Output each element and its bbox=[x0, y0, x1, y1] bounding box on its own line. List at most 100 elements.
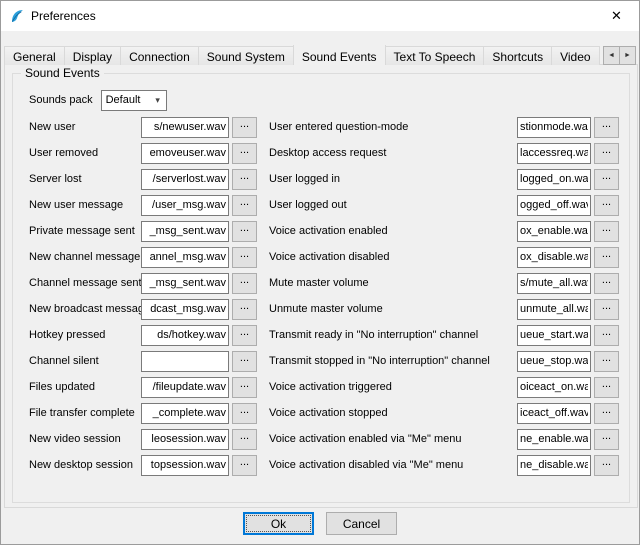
browse-button[interactable]: ... bbox=[594, 377, 619, 398]
sound-file-input[interactable] bbox=[517, 143, 591, 164]
tab-scroll-left-button[interactable]: ◄ bbox=[603, 46, 620, 65]
sound-event-row: Voice activation disabled... bbox=[269, 244, 619, 270]
sound-file-input[interactable] bbox=[517, 377, 591, 398]
tab-shortcuts[interactable]: Shortcuts bbox=[483, 46, 552, 65]
browse-button[interactable]: ... bbox=[594, 221, 619, 242]
sound-file-input[interactable] bbox=[517, 403, 591, 424]
sound-file-input[interactable] bbox=[517, 325, 591, 346]
sound-event-label: User entered question-mode bbox=[269, 121, 517, 133]
browse-button[interactable]: ... bbox=[232, 143, 257, 164]
sounds-pack-dropdown[interactable]: Default ▾ bbox=[101, 90, 167, 111]
browse-button[interactable]: ... bbox=[232, 377, 257, 398]
sound-event-row: Unmute master volume... bbox=[269, 296, 619, 322]
sound-event-label: Server lost bbox=[29, 173, 141, 185]
sound-file-input[interactable] bbox=[141, 325, 229, 346]
sound-file-input[interactable] bbox=[517, 221, 591, 242]
sound-event-label: User logged out bbox=[269, 199, 517, 211]
browse-button[interactable]: ... bbox=[232, 117, 257, 138]
sound-event-row: File transfer complete... bbox=[29, 400, 257, 426]
sound-file-input[interactable] bbox=[517, 195, 591, 216]
browse-button[interactable]: ... bbox=[232, 247, 257, 268]
sound-event-row: Files updated... bbox=[29, 374, 257, 400]
browse-button[interactable]: ... bbox=[594, 143, 619, 164]
browse-button[interactable]: ... bbox=[232, 455, 257, 476]
browse-button[interactable]: ... bbox=[594, 351, 619, 372]
tab-display[interactable]: Display bbox=[64, 46, 121, 65]
sound-event-row: New user message... bbox=[29, 192, 257, 218]
browse-button[interactable]: ... bbox=[594, 403, 619, 424]
sound-event-row: New user... bbox=[29, 114, 257, 140]
tab-text-to-speech[interactable]: Text To Speech bbox=[385, 46, 485, 65]
tab-sound-events[interactable]: Sound Events bbox=[293, 45, 386, 65]
sound-file-input[interactable] bbox=[141, 403, 229, 424]
browse-button[interactable]: ... bbox=[594, 455, 619, 476]
sound-file-input[interactable] bbox=[141, 169, 229, 190]
sound-event-row: Desktop access request... bbox=[269, 140, 619, 166]
sound-file-input[interactable] bbox=[517, 351, 591, 372]
sound-events-groupbox: Sound Events Sounds pack Default ▾ New u… bbox=[12, 73, 630, 503]
sound-event-row: New broadcast message... bbox=[29, 296, 257, 322]
ok-button[interactable]: Ok bbox=[243, 512, 314, 535]
sound-file-input[interactable] bbox=[141, 117, 229, 138]
sound-file-input[interactable] bbox=[141, 221, 229, 242]
browse-button[interactable]: ... bbox=[594, 247, 619, 268]
browse-button[interactable]: ... bbox=[594, 169, 619, 190]
sound-file-input[interactable] bbox=[517, 117, 591, 138]
sound-event-label: User removed bbox=[29, 147, 141, 159]
sound-file-input[interactable] bbox=[517, 429, 591, 450]
browse-button[interactable]: ... bbox=[594, 273, 619, 294]
tab-video[interactable]: Video bbox=[551, 46, 599, 65]
cancel-button[interactable]: Cancel bbox=[326, 512, 397, 535]
tab-page-sound-events: Sound Events Sounds pack Default ▾ New u… bbox=[4, 64, 638, 508]
browse-button[interactable]: ... bbox=[232, 273, 257, 294]
title-bar[interactable]: Preferences ✕ bbox=[1, 1, 639, 31]
sound-event-label: New desktop session bbox=[29, 459, 141, 471]
sound-event-row: Channel message sent... bbox=[29, 270, 257, 296]
browse-button[interactable]: ... bbox=[232, 221, 257, 242]
sound-event-label: Voice activation enabled bbox=[269, 225, 517, 237]
sound-event-row: Server lost... bbox=[29, 166, 257, 192]
sounds-pack-label: Sounds pack bbox=[29, 94, 93, 106]
dropdown-arrow-icon: ▾ bbox=[150, 95, 166, 106]
sound-file-input[interactable] bbox=[517, 455, 591, 476]
sound-file-input[interactable] bbox=[141, 377, 229, 398]
browse-button[interactable]: ... bbox=[594, 117, 619, 138]
browse-button[interactable]: ... bbox=[594, 195, 619, 216]
browse-button[interactable]: ... bbox=[594, 299, 619, 320]
sound-event-label: Mute master volume bbox=[269, 277, 517, 289]
sound-file-input[interactable] bbox=[517, 247, 591, 268]
sound-file-input[interactable] bbox=[141, 195, 229, 216]
browse-button[interactable]: ... bbox=[232, 195, 257, 216]
browse-button[interactable]: ... bbox=[232, 403, 257, 424]
tab-general[interactable]: General bbox=[4, 46, 65, 65]
sound-event-label: Voice activation disabled bbox=[269, 251, 517, 263]
close-button[interactable]: ✕ bbox=[594, 1, 639, 31]
browse-button[interactable]: ... bbox=[594, 429, 619, 450]
browse-button[interactable]: ... bbox=[232, 169, 257, 190]
browse-button[interactable]: ... bbox=[232, 299, 257, 320]
sound-event-label: New video session bbox=[29, 433, 141, 445]
sound-event-label: Voice activation enabled via "Me" menu bbox=[269, 433, 517, 445]
sound-file-input[interactable] bbox=[517, 273, 591, 294]
sound-file-input[interactable] bbox=[517, 299, 591, 320]
sound-file-input[interactable] bbox=[141, 299, 229, 320]
sound-file-input[interactable] bbox=[141, 429, 229, 450]
browse-button[interactable]: ... bbox=[232, 351, 257, 372]
events-column-right: User entered question-mode...Desktop acc… bbox=[269, 114, 619, 478]
tab-sound-system[interactable]: Sound System bbox=[198, 46, 294, 65]
dialog-footer: Ok Cancel bbox=[1, 512, 639, 535]
sound-file-input[interactable] bbox=[517, 169, 591, 190]
tab-connection[interactable]: Connection bbox=[120, 46, 199, 65]
browse-button[interactable]: ... bbox=[232, 429, 257, 450]
sound-file-input[interactable] bbox=[141, 455, 229, 476]
tab-scroll-right-button[interactable]: ► bbox=[619, 46, 636, 65]
browse-button[interactable]: ... bbox=[232, 325, 257, 346]
sound-event-row: User removed... bbox=[29, 140, 257, 166]
sound-file-input[interactable] bbox=[141, 351, 229, 372]
sound-event-row: Channel silent... bbox=[29, 348, 257, 374]
browse-button[interactable]: ... bbox=[594, 325, 619, 346]
sound-file-input[interactable] bbox=[141, 273, 229, 294]
sound-event-row: User logged out... bbox=[269, 192, 619, 218]
sound-file-input[interactable] bbox=[141, 247, 229, 268]
sound-file-input[interactable] bbox=[141, 143, 229, 164]
